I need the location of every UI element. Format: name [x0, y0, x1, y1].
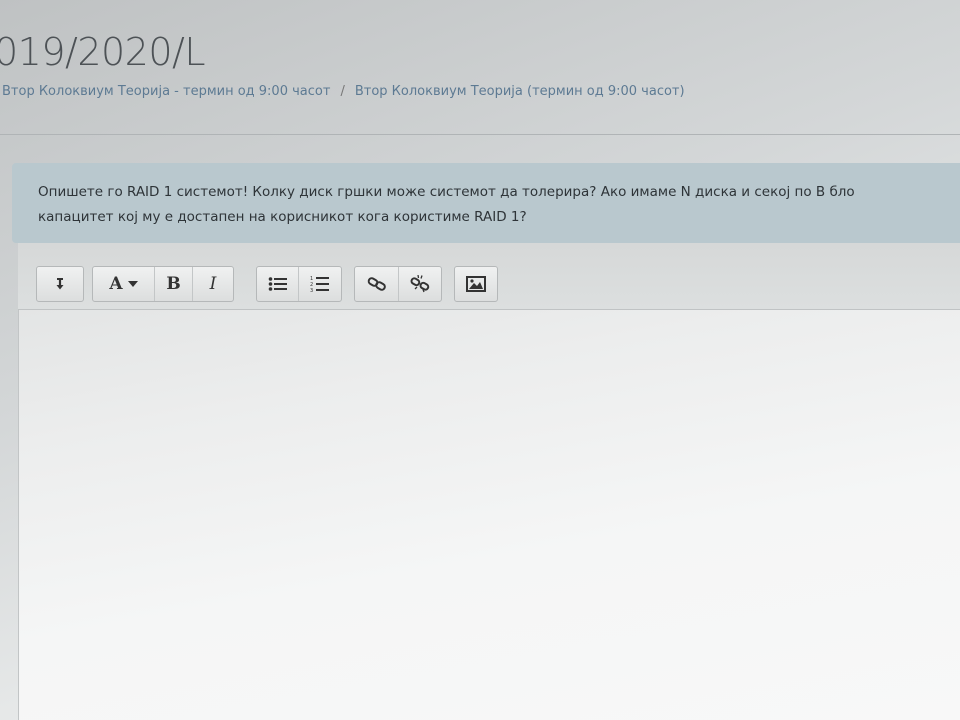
unordered-list-icon	[268, 276, 288, 292]
page-title: 019/2020/L	[0, 30, 206, 74]
expand-toolbar-button[interactable]	[37, 267, 83, 301]
italic-label: I	[209, 274, 217, 294]
ordered-list-icon: 1 2 3	[310, 275, 330, 293]
italic-button[interactable]: I	[193, 267, 233, 301]
bold-button[interactable]: B	[155, 267, 193, 301]
breadcrumb-link-quiz[interactable]: Втор Колоквиум Теорија - термин од 9:00 …	[2, 84, 330, 99]
divider	[0, 134, 960, 135]
image-icon	[466, 276, 486, 292]
arrow-down-icon	[54, 277, 66, 291]
toolbar-group-text: A B I	[92, 266, 234, 302]
question-line-1: Опишете го RAID 1 системот! Колку диск г…	[38, 184, 855, 200]
caret-down-icon	[127, 281, 138, 287]
breadcrumb-current[interactable]: Втор Колоквиум Теорија (термин од 9:00 ч…	[355, 84, 685, 99]
font-style-button[interactable]: A	[93, 267, 155, 301]
font-label: A	[109, 274, 123, 294]
bold-label: B	[166, 274, 181, 294]
link-button[interactable]	[355, 267, 399, 301]
insert-image-button[interactable]	[455, 267, 497, 301]
ordered-list-button[interactable]: 1 2 3	[299, 267, 341, 301]
screen: 019/2020/L Втор Колоквиум Теорија - терм…	[0, 0, 960, 720]
unordered-list-button[interactable]	[257, 267, 299, 301]
unlink-button[interactable]	[399, 267, 441, 301]
toolbar-group-media	[454, 266, 498, 302]
question-text: Опишете го RAID 1 системот! Колку диск г…	[38, 180, 960, 230]
breadcrumb-separator: /	[340, 84, 345, 99]
question-line-2: капацитет кој му е достапен на кориснико…	[38, 209, 527, 225]
unlink-icon	[410, 275, 430, 293]
svg-text:3: 3	[310, 288, 313, 293]
answer-editor[interactable]	[18, 243, 960, 720]
breadcrumb: Втор Колоквиум Теорија - термин од 9:00 …	[2, 84, 685, 99]
toolbar-group-links	[354, 266, 442, 302]
link-icon	[367, 276, 387, 292]
toolbar-group-lists: 1 2 3	[256, 266, 342, 302]
toolbar-group-expand	[36, 266, 84, 302]
